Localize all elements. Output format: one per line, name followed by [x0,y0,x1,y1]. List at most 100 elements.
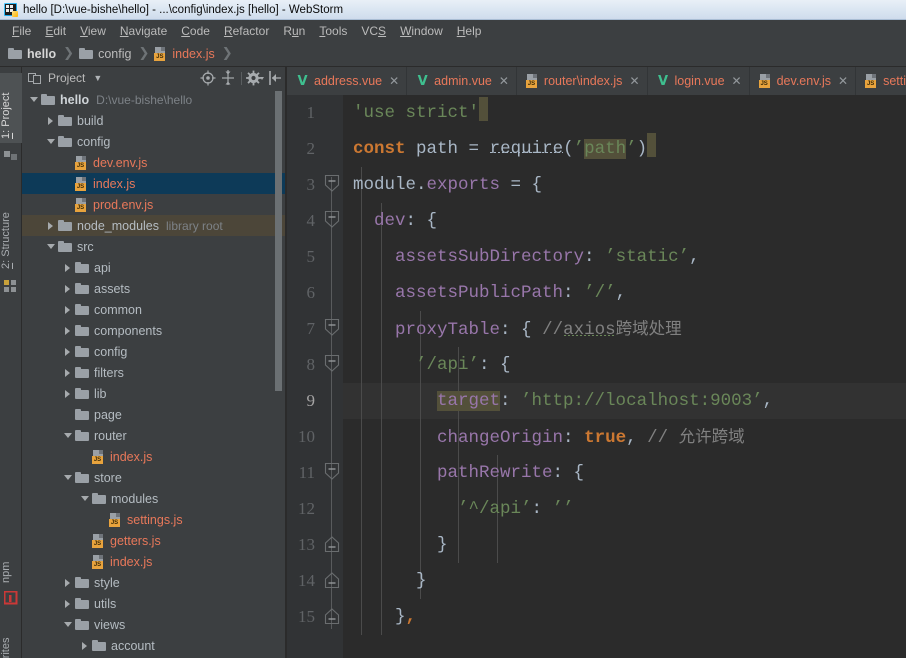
window-title-bar: hello [D:\vue-bishe\hello] - ...\config\… [0,0,906,20]
chevron-right-icon[interactable] [62,383,75,404]
chevron-down-icon[interactable] [45,236,58,257]
chevron-right-icon[interactable] [79,635,92,656]
tool-window-tab-2-structure[interactable]: 2: Structure [0,187,22,273]
menu-item-tools[interactable]: Tools [312,22,354,40]
menu-item-run[interactable]: Run [276,22,312,40]
tree-node-lib[interactable]: lib [22,383,285,404]
tree-node-utils[interactable]: utils [22,593,285,614]
tree-node-views[interactable]: views [22,614,285,635]
line-number: 3 [306,175,316,194]
tree-node-filters[interactable]: filters [22,362,285,383]
chevron-down-icon[interactable] [62,425,75,446]
gear-icon[interactable] [245,67,265,89]
breadcrumb-item-index-js[interactable]: JS index.js ❯ [154,41,237,67]
chevron-down-icon[interactable]: ▼ [93,73,102,83]
chevron-right-icon[interactable] [62,257,75,278]
code-folding-gutter[interactable] [321,95,343,658]
folder-icon [92,640,106,651]
editor-tab-dev-env-js[interactable]: JS dev.env.js ✕ [750,67,857,95]
chevron-right-icon[interactable] [45,215,58,236]
chevron-right-icon[interactable] [62,278,75,299]
fold-marker-end[interactable] [324,572,340,589]
tree-node-components[interactable]: components [22,320,285,341]
tree-node-account[interactable]: account [22,635,285,656]
code-content[interactable]: 'use strict' const path = require(’path’)… [343,95,906,658]
tool-window-tab-1-project[interactable]: 1: Project [0,73,22,143]
editor-tab-login-vue[interactable]: Vlogin.vue ✕ [648,67,750,95]
hide-panel-icon[interactable] [265,67,285,89]
tool-window-tab-npm[interactable]: npm [0,547,22,587]
fold-marker-end[interactable] [324,536,340,553]
menu-item-help[interactable]: Help [450,22,489,40]
tree-node-config[interactable]: config [22,341,285,362]
tree-node-node_modules[interactable]: node_modules library root [22,215,285,236]
tree-node-index-js[interactable]: JS index.js [22,446,285,467]
close-icon[interactable]: ✕ [629,74,639,88]
code-editor[interactable]: 1 2 3 4 5 6 7 8 9 10 11 12 13 14 15 'use strict' const … [287,95,906,658]
menu-item-view[interactable]: View [73,22,113,40]
fold-marker-start[interactable] [324,354,340,372]
tree-node-index-js[interactable]: JS index.js [22,173,285,194]
fold-marker-start[interactable] [324,174,340,192]
breadcrumb-item-label: config [98,46,132,61]
close-icon[interactable]: ✕ [499,74,509,88]
fold-marker-start[interactable] [324,318,340,336]
editor-tab-admin-vue[interactable]: Vadmin.vue ✕ [407,67,517,95]
locate-target-icon[interactable] [198,67,218,89]
tree-node-page[interactable]: page [22,404,285,425]
chevron-right-icon[interactable] [62,320,75,341]
menu-item-code[interactable]: Code [174,22,217,40]
breadcrumb-item-label: hello [27,46,57,61]
tree-node-hello[interactable]: hello D:\vue-bishe\hello [22,89,285,110]
tree-node-common[interactable]: common [22,299,285,320]
menu-item-vcs[interactable]: VCS [354,22,393,40]
tree-node-router[interactable]: router [22,425,285,446]
menu-item-window[interactable]: Window [393,22,450,40]
tree-node-assets[interactable]: assets [22,278,285,299]
fold-marker-end[interactable] [324,608,340,625]
menu-item-edit[interactable]: Edit [38,22,73,40]
breadcrumb-item-hello[interactable]: hello ❯ [8,41,79,67]
menu-item-navigate[interactable]: Navigate [113,22,174,40]
chevron-right-icon[interactable] [62,341,75,362]
close-icon[interactable]: ✕ [838,74,848,88]
chevron-right-icon[interactable] [62,299,75,320]
tree-node-config[interactable]: config [22,131,285,152]
code-line-12: ’^/api’: ’’ [458,499,574,519]
tree-node-index-js[interactable]: JS index.js [22,551,285,572]
chevron-down-icon[interactable] [45,131,58,152]
tree-node-src[interactable]: src [22,236,285,257]
fold-marker-start[interactable] [324,210,340,228]
menu-item-refactor[interactable]: Refactor [217,22,276,40]
chevron-down-icon[interactable] [79,488,92,509]
menu-bar: File Edit View Navigate Code Refactor Run Tools… [0,20,906,41]
chevron-right-icon[interactable] [62,593,75,614]
fold-marker-start[interactable] [324,462,340,480]
breadcrumb-separator-icon: ❯ [221,46,233,61]
tree-node-settings-js[interactable]: JS settings.js [22,509,285,530]
tree-node-getters-js[interactable]: JS getters.js [22,530,285,551]
tree-node-modules[interactable]: modules [22,488,285,509]
close-icon[interactable]: ✕ [389,74,399,88]
tool-window-tab-2-favorites[interactable]: 2: Favorites [0,619,22,658]
chevron-down-icon[interactable] [28,89,41,110]
tree-node-style[interactable]: style [22,572,285,593]
chevron-down-icon[interactable] [62,467,75,488]
breadcrumb-item-config[interactable]: config ❯ [79,41,154,67]
chevron-right-icon[interactable] [62,362,75,383]
editor-tab-settin[interactable]: JS settin [856,67,906,95]
tree-node-dev-env-js[interactable]: JS dev.env.js [22,152,285,173]
tree-node-api[interactable]: api [22,257,285,278]
chevron-right-icon[interactable] [45,110,58,131]
close-icon[interactable]: ✕ [732,74,742,88]
tree-node-store[interactable]: store [22,467,285,488]
tree-node-prod-env-js[interactable]: JS prod.env.js [22,194,285,215]
menu-item-file[interactable]: File [5,22,38,40]
chevron-down-icon[interactable] [62,614,75,635]
project-tree-scrollbar[interactable] [275,91,282,391]
editor-tab-router-index-js[interactable]: JS router\index.js ✕ [517,67,648,95]
chevron-right-icon[interactable] [62,572,75,593]
tree-node-build[interactable]: build [22,110,285,131]
collapse-all-icon[interactable] [218,67,238,89]
editor-tab-address-vue[interactable]: Vaddress.vue ✕ [287,67,408,95]
